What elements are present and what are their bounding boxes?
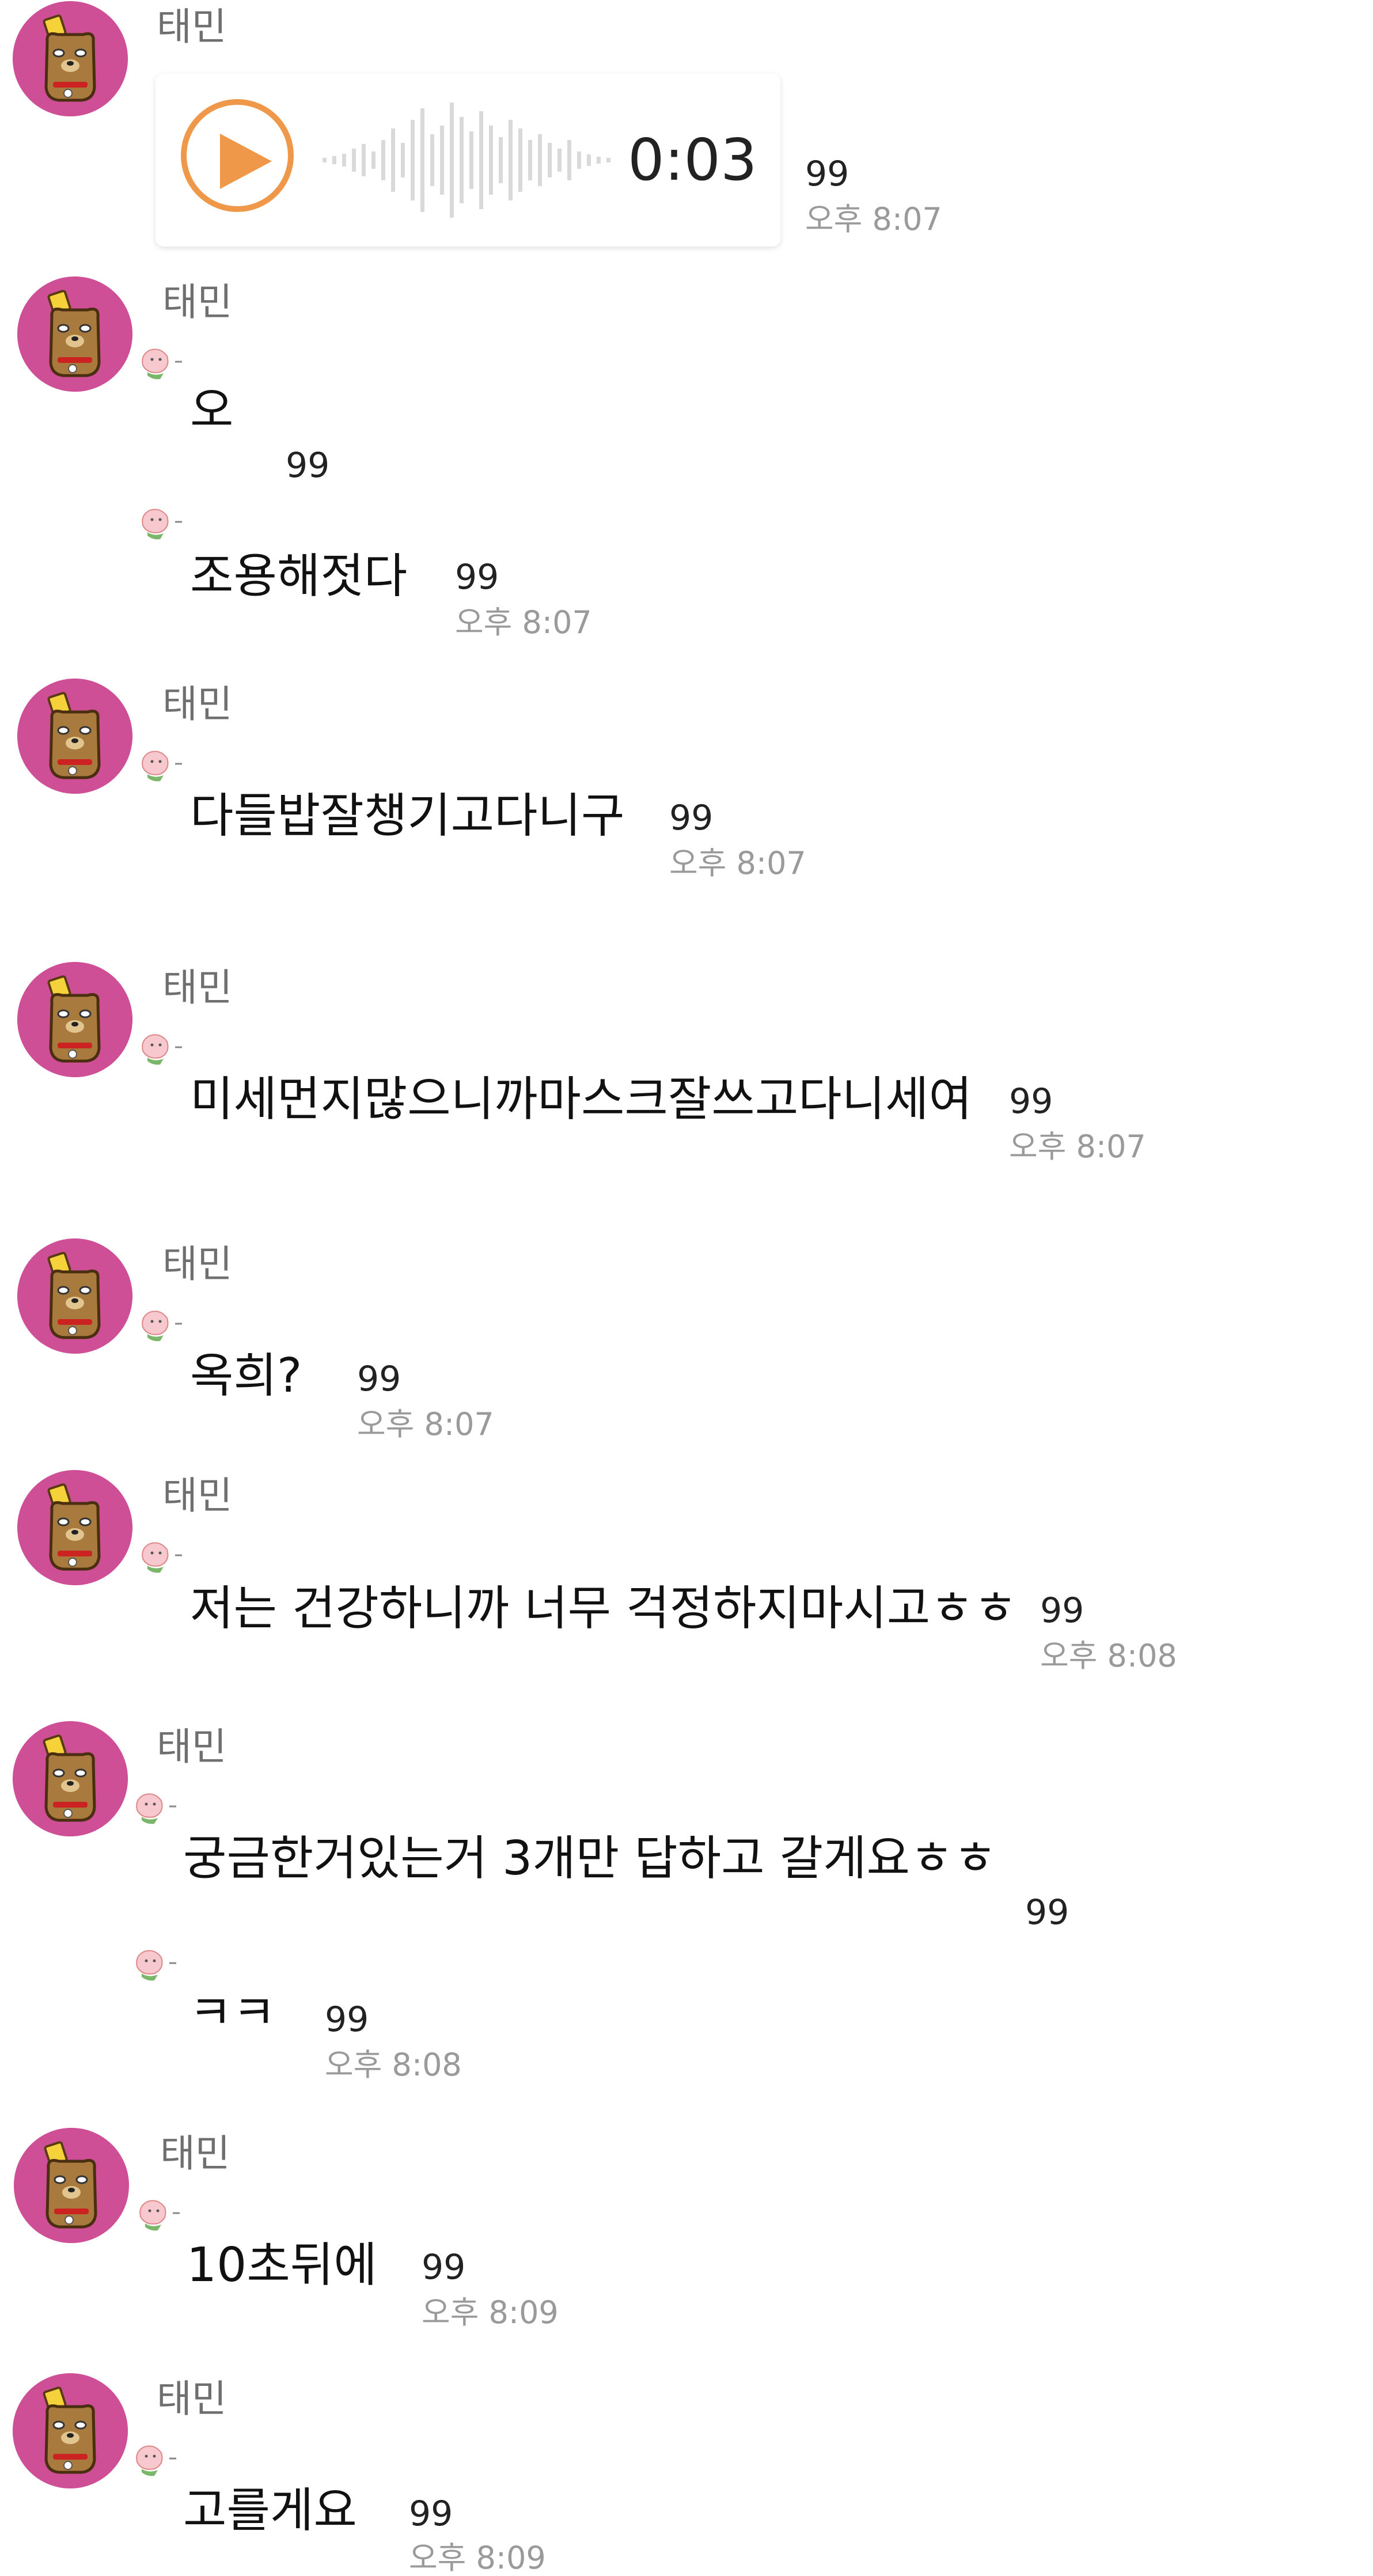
message-time: 오후 8:07 [669, 845, 806, 881]
voice-duration: 0:03 [628, 126, 757, 194]
voice-message-bubble[interactable]: 0:03 [155, 74, 780, 247]
waveform-bar [499, 137, 503, 183]
waveform-bar [509, 120, 513, 200]
avatar[interactable] [17, 1238, 132, 1354]
play-icon [220, 134, 272, 189]
waveform-bar [371, 151, 376, 169]
read-count: 99 [325, 1999, 369, 2040]
waveform-bar [548, 143, 552, 177]
read-count: 99 [1025, 1892, 1069, 1933]
avatar[interactable] [14, 2128, 129, 2243]
waveform-bar [577, 151, 581, 169]
read-count: 99 [422, 2247, 466, 2287]
sender-name: 태민 [157, 1725, 227, 1769]
waveform-bar [420, 108, 424, 212]
message-time: 오후 8:09 [422, 2294, 559, 2331]
play-button[interactable] [181, 99, 294, 212]
sender-name: 태민 [162, 280, 233, 324]
message-text: 미세먼지많으니까마스크잘쓰고다니세여 [190, 1072, 972, 1127]
waveform-bar [538, 134, 542, 186]
waveform-bar [518, 128, 522, 192]
avatar[interactable] [17, 679, 132, 794]
message-text: 저는 건강하니까 너무 걱정하지마시고ㅎㅎ [190, 1581, 1018, 1636]
waveform-bar [528, 140, 532, 180]
peach-emoticon-icon [137, 342, 192, 382]
waveform-bar [587, 154, 591, 166]
peach-emoticon-icon [131, 2439, 186, 2479]
peach-emoticon-icon [137, 744, 192, 785]
message-time: 오후 8:07 [455, 604, 592, 641]
peach-emoticon-icon [137, 1304, 192, 1344]
message-time: 오후 8:07 [805, 201, 942, 237]
sender-name: 태민 [160, 2131, 230, 2176]
waveform-bar [332, 156, 336, 164]
peach-emoticon-icon [131, 1787, 186, 1827]
message-time: 오후 8:08 [1040, 1638, 1177, 1674]
message-time: 오후 8:07 [357, 1406, 494, 1442]
waveform-bar [489, 126, 493, 195]
waveform-bar [557, 149, 562, 172]
read-count: 99 [409, 2494, 453, 2534]
read-count: 99 [357, 1359, 401, 1399]
message-time: 오후 8:08 [325, 2047, 462, 2083]
waveform-bar [440, 126, 444, 195]
sender-name: 태민 [162, 1242, 233, 1286]
message-text: 오 [190, 383, 234, 438]
peach-emoticon-icon [135, 2194, 189, 2234]
message-time: 오후 8:07 [1009, 1128, 1146, 1165]
avatar[interactable] [13, 2373, 128, 2488]
waveform-bar [391, 128, 395, 192]
message-text: 옥희? [190, 1348, 302, 1403]
sender-name: 태민 [162, 1473, 233, 1518]
waveform-bar [469, 131, 473, 189]
read-count: 99 [455, 557, 499, 597]
waveform-bar [352, 149, 356, 172]
waveform-bar [362, 144, 366, 176]
waveform-bar [450, 103, 454, 218]
avatar[interactable] [17, 276, 132, 392]
peach-emoticon-icon [137, 1028, 192, 1068]
avatar[interactable] [13, 1721, 128, 1836]
message-text: 다들밥잘챙기고다니구 [190, 789, 625, 843]
read-count: 99 [1009, 1081, 1053, 1122]
message-text: 조용해젓다 [190, 549, 408, 604]
avatar[interactable] [13, 1, 128, 116]
message-text: ㅋㅋ [189, 1986, 276, 2040]
waveform-bar [342, 154, 346, 166]
peach-emoticon-icon [137, 1536, 192, 1576]
waveform-bar [597, 157, 601, 164]
read-count: 99 [805, 154, 849, 194]
message-text: 고를게요 [183, 2483, 357, 2538]
waveform [323, 103, 610, 218]
read-count: 99 [286, 445, 330, 486]
message-text: 10초뒤에 [187, 2238, 377, 2293]
sender-name: 태민 [157, 2377, 227, 2421]
sender-name: 태민 [162, 965, 233, 1010]
avatar[interactable] [17, 1470, 132, 1585]
waveform-bar [430, 134, 434, 186]
avatar[interactable] [17, 962, 132, 1077]
message-time: 오후 8:09 [409, 2540, 546, 2576]
read-count: 99 [669, 798, 714, 838]
read-count: 99 [1040, 1590, 1084, 1631]
waveform-bar [567, 140, 571, 180]
peach-emoticon-icon [131, 1944, 186, 1984]
waveform-bar [606, 158, 610, 162]
waveform-bar [411, 120, 415, 200]
message-text: 궁금한거있는거 3개만 답하고 갈게요ㅎㅎ [183, 1831, 997, 1886]
waveform-bar [381, 140, 385, 180]
sender-name: 태민 [162, 682, 233, 726]
waveform-bar [479, 111, 483, 209]
waveform-bar [323, 158, 327, 162]
sender-name: 태민 [157, 5, 227, 49]
peach-emoticon-icon [137, 502, 192, 543]
waveform-bar [401, 143, 405, 177]
waveform-bar [460, 117, 464, 203]
